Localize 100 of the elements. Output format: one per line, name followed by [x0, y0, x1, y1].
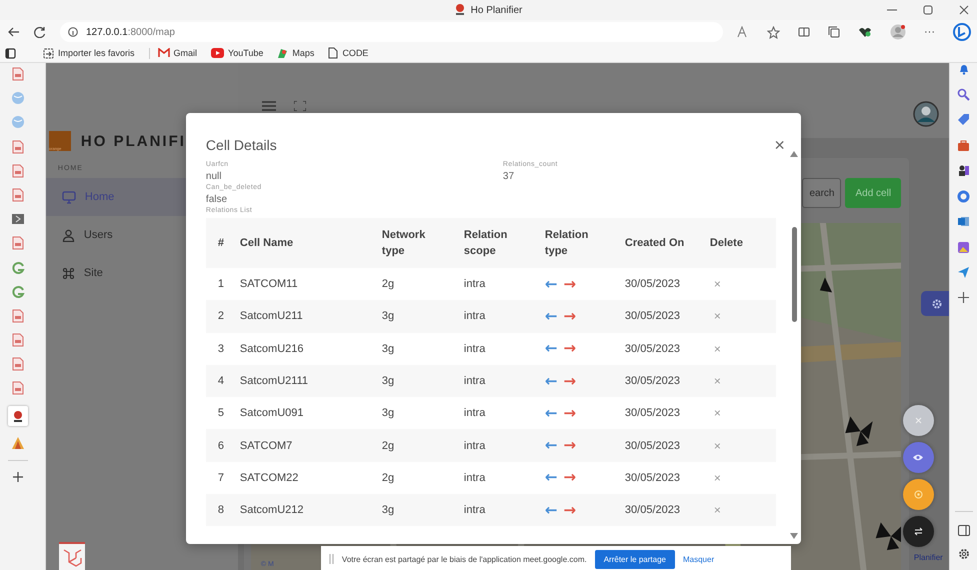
- drag-handle-icon[interactable]: [328, 554, 334, 564]
- person-icon[interactable]: [957, 164, 970, 177]
- swap-icon: [914, 527, 923, 536]
- fullscreen-icon[interactable]: [294, 101, 306, 111]
- hide-link[interactable]: Masquer: [682, 554, 714, 564]
- settings-button[interactable]: [920, 291, 950, 316]
- send-icon[interactable]: [957, 266, 970, 279]
- chat-logo-icon[interactable]: [953, 23, 971, 41]
- ring-icon[interactable]: [10, 284, 25, 299]
- bookmark-link[interactable]: Importer les favoris: [43, 48, 135, 58]
- stop-sharing-button[interactable]: Arrêter le partage: [594, 550, 675, 568]
- delete-button[interactable]: ×: [710, 438, 725, 453]
- extension-icon[interactable]: [858, 26, 872, 38]
- table-cell-text: SATCOM22: [240, 472, 300, 484]
- star-icon[interactable]: [767, 26, 780, 38]
- table-cell-text: 3g: [382, 407, 396, 420]
- scrollbar[interactable]: [790, 151, 799, 539]
- table-cell-text: SatcomU216: [240, 342, 305, 355]
- pin-icon[interactable]: [8, 406, 28, 426]
- table-cell-text: 3: [216, 342, 226, 355]
- menu-icon[interactable]: [262, 101, 276, 111]
- bookmark-link[interactable]: Maps: [277, 48, 314, 58]
- ring-icon[interactable]: [957, 190, 970, 202]
- maximize-icon[interactable]: [923, 5, 933, 15]
- table-cell-text: 30/05/2023: [624, 278, 681, 290]
- window-title: Ho Planifier: [470, 4, 522, 16]
- pyramid-icon[interactable]: [10, 436, 25, 450]
- delete-button[interactable]: ×: [710, 342, 725, 356]
- share-message: Votre écran est partagé par le biais de l'application meet.google.com.: [342, 554, 587, 564]
- relation-arrow: →: [564, 341, 576, 356]
- profile-avatar-icon[interactable]: [890, 24, 906, 40]
- document-icon[interactable]: [10, 333, 25, 348]
- import-icon: [43, 48, 54, 58]
- relation-arrow: ←: [544, 502, 558, 518]
- table-cell-text: intra: [464, 504, 486, 516]
- bookmark-link[interactable]: Gmail: [158, 48, 198, 58]
- plus-icon[interactable]: [12, 471, 24, 484]
- relation-arrow: ←: [544, 341, 558, 356]
- mail-icon[interactable]: [957, 215, 970, 228]
- table-cell-text: intra: [464, 310, 486, 322]
- bookmark-link[interactable]: CODE: [328, 47, 368, 59]
- document-icon[interactable]: [10, 188, 25, 202]
- plus-icon[interactable]: [958, 292, 970, 302]
- split-screen-icon[interactable]: [798, 26, 810, 38]
- settings-icon[interactable]: [958, 548, 970, 560]
- scroll-down-icon[interactable]: [790, 533, 798, 539]
- pin-icon: [454, 4, 465, 16]
- delete-button[interactable]: ×: [710, 406, 725, 420]
- add-cell-button[interactable]: Add cell: [845, 178, 902, 208]
- ring-icon[interactable]: [10, 260, 25, 274]
- relation-arrow: →: [564, 374, 576, 389]
- document-icon[interactable]: [10, 164, 25, 178]
- back-icon[interactable]: [8, 26, 20, 38]
- framework-logo-icon: [58, 542, 85, 570]
- table-cell-text: 3g: [382, 504, 396, 516]
- read-aloud-icon[interactable]: [737, 26, 749, 38]
- address-field[interactable]: 127.0.0.1:8000/map: [60, 22, 723, 42]
- relation-arrow: ←: [544, 374, 558, 389]
- document-icon[interactable]: [10, 67, 25, 81]
- table-cell-text: 30/05/2023: [624, 375, 681, 388]
- document-icon[interactable]: [10, 381, 25, 396]
- info-icon: [68, 27, 78, 37]
- document-icon[interactable]: [10, 357, 25, 372]
- book-icon[interactable]: [10, 212, 25, 226]
- delete-button[interactable]: ×: [710, 503, 725, 518]
- delete-button[interactable]: ×: [710, 277, 725, 292]
- relation-arrow: →: [564, 406, 576, 421]
- more-menu[interactable]: ···: [924, 26, 935, 38]
- sidebar-panel-icon[interactable]: [958, 524, 970, 536]
- footer-text: Planifier: [914, 553, 943, 562]
- bookmark-link[interactable]: YouTube: [211, 48, 264, 58]
- table-cell-text: 8: [216, 504, 226, 516]
- bell-icon[interactable]: [958, 63, 970, 75]
- close-button[interactable]: ×: [774, 136, 785, 154]
- delete-button[interactable]: ×: [710, 470, 725, 485]
- image-icon[interactable]: [957, 240, 970, 254]
- search-button[interactable]: earch: [802, 178, 842, 208]
- document-icon[interactable]: [10, 140, 25, 154]
- briefcase-icon[interactable]: [957, 138, 970, 152]
- avatar-icon[interactable]: [913, 101, 940, 127]
- table-cell-text: 3g: [382, 375, 396, 388]
- close-icon[interactable]: [959, 5, 969, 15]
- collections-icon[interactable]: [828, 26, 840, 38]
- delete-button[interactable]: ×: [710, 374, 725, 388]
- mail-icon: [158, 48, 170, 58]
- table-cell-text: 30/05/2023: [624, 407, 681, 420]
- close-icon: [914, 417, 922, 424]
- column-header: Relation type: [544, 228, 590, 259]
- search-icon[interactable]: [957, 88, 970, 100]
- document-icon[interactable]: [10, 308, 25, 323]
- document-icon[interactable]: [10, 236, 25, 250]
- relation-arrow: ←: [544, 276, 558, 292]
- tab-list-icon[interactable]: [5, 48, 16, 58]
- relation-arrow: →: [564, 308, 576, 324]
- table-cell-text: 2g: [382, 440, 396, 452]
- refresh-icon[interactable]: [34, 26, 46, 38]
- table-cell-text: 5: [216, 407, 226, 420]
- tag-icon[interactable]: [957, 113, 970, 126]
- delete-button[interactable]: ×: [710, 309, 725, 324]
- table-cell-text: 30/05/2023: [624, 504, 681, 516]
